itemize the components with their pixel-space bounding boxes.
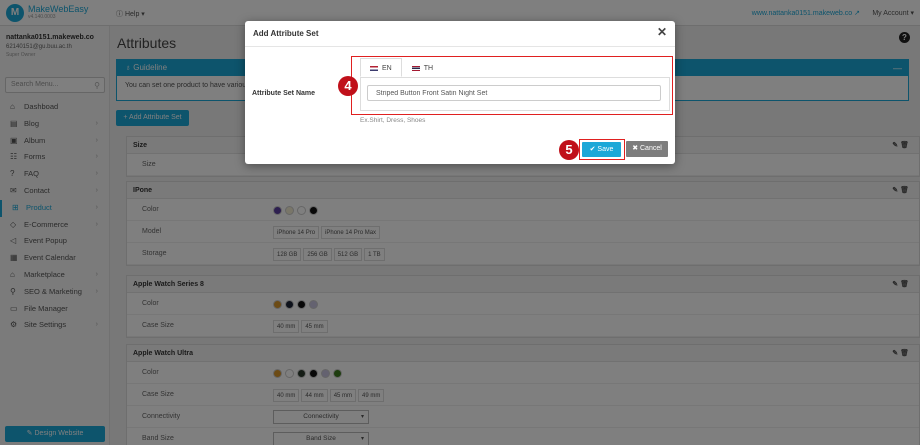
close-icon[interactable]: ✕	[657, 25, 667, 39]
step-5-badge: 5	[559, 140, 579, 160]
step-4-badge: 4	[338, 76, 358, 96]
app-window: M MakeWebEasy v4.140.0003 ⓘ Help ▾ www.n…	[0, 0, 920, 445]
add-attribute-set-modal: Add Attribute Set ✕ Attribute Set Name E…	[245, 21, 675, 164]
modal-divider	[245, 46, 675, 47]
save-button[interactable]: ✔ Save	[582, 142, 621, 157]
modal-title: Add Attribute Set	[253, 29, 319, 38]
cancel-button[interactable]: ✖ Cancel	[626, 141, 668, 157]
step-4-highlight	[351, 56, 673, 115]
attribute-set-name-label: Attribute Set Name	[252, 90, 316, 97]
input-hint: Ex.Shirt, Dress, Shoes	[360, 117, 426, 124]
